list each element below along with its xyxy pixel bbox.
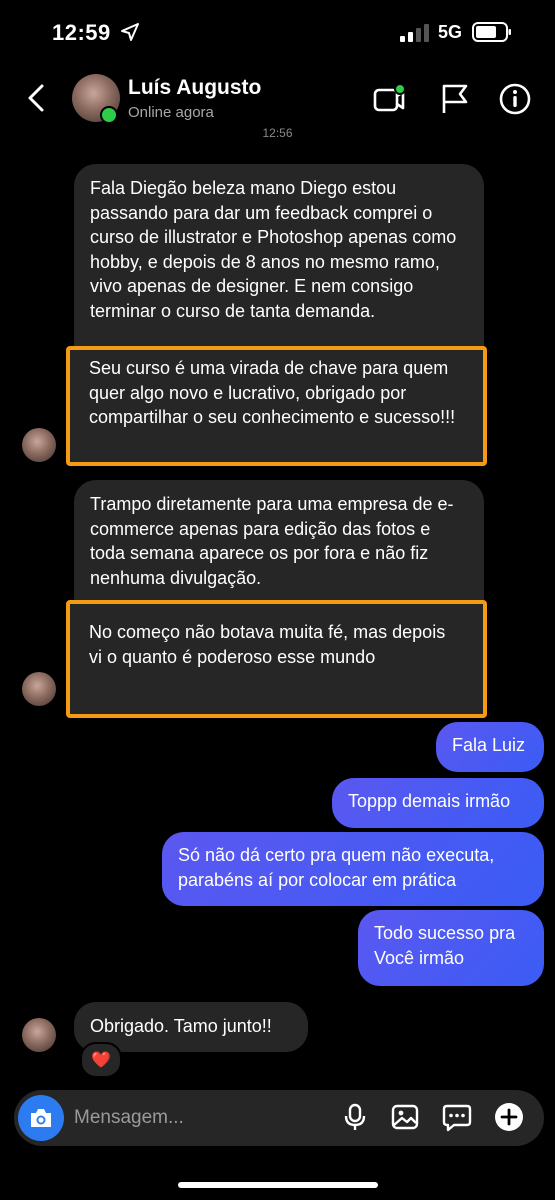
message-timestamp: 12:56 — [262, 126, 293, 140]
outgoing-message[interactable]: Só não dá certo pra quem não executa, pa… — [162, 832, 544, 906]
heart-reaction-icon[interactable]: ❤️ — [80, 1042, 122, 1078]
gallery-icon[interactable] — [390, 1102, 420, 1132]
message-text: Toppp demais irmão — [348, 791, 511, 811]
plus-icon[interactable] — [494, 1102, 524, 1132]
message-text: Obrigado. Tamo junto!! — [90, 1016, 272, 1036]
video-call-icon[interactable] — [372, 82, 406, 116]
outgoing-message[interactable]: Toppp demais irmão — [332, 778, 544, 828]
info-icon[interactable] — [498, 82, 532, 116]
message-text: Fala Luiz — [452, 735, 526, 755]
sender-avatar[interactable] — [22, 672, 56, 706]
home-indicator[interactable] — [178, 1182, 378, 1188]
sender-avatar[interactable] — [22, 1018, 56, 1052]
sticker-icon[interactable] — [442, 1102, 472, 1132]
contact-status: Online agora — [128, 104, 214, 121]
message-text[interactable]: Trampo diretamente para uma empresa de e… — [90, 492, 468, 590]
highlighted-message: Seu curso é uma virada de chave para que… — [66, 346, 487, 466]
message-text: Só não dá certo pra quem não executa, pa… — [178, 845, 495, 890]
outgoing-message[interactable]: Todo sucesso pra Você irmão — [358, 910, 544, 986]
message-input[interactable]: Mensagem... — [74, 1107, 184, 1129]
status-time: 12:59 — [52, 20, 111, 45]
message-text[interactable]: Fala Diegão beleza mano Diego estou pass… — [90, 176, 468, 323]
message-text[interactable]: Seu curso é uma virada de chave para que… — [89, 356, 479, 430]
camera-button[interactable] — [18, 1095, 64, 1141]
message-text[interactable]: No começo não botava muita fé, mas depoi… — [89, 620, 449, 669]
network-label: 5G — [438, 22, 463, 42]
signal-icon — [400, 24, 429, 42]
flag-icon[interactable] — [438, 82, 472, 116]
contact-name[interactable]: Luís Augusto — [128, 76, 261, 100]
online-indicator — [100, 106, 118, 124]
sender-avatar[interactable] — [22, 428, 56, 462]
microphone-icon[interactable] — [340, 1102, 370, 1132]
highlighted-message: No começo não botava muita fé, mas depoi… — [66, 600, 487, 718]
outgoing-message[interactable]: Fala Luiz — [436, 722, 544, 772]
battery-icon — [472, 22, 511, 42]
message-text: Todo sucesso pra Você irmão — [374, 923, 516, 968]
location-arrow-icon — [121, 23, 139, 41]
back-icon[interactable] — [24, 82, 50, 114]
camera-icon — [31, 1109, 51, 1127]
